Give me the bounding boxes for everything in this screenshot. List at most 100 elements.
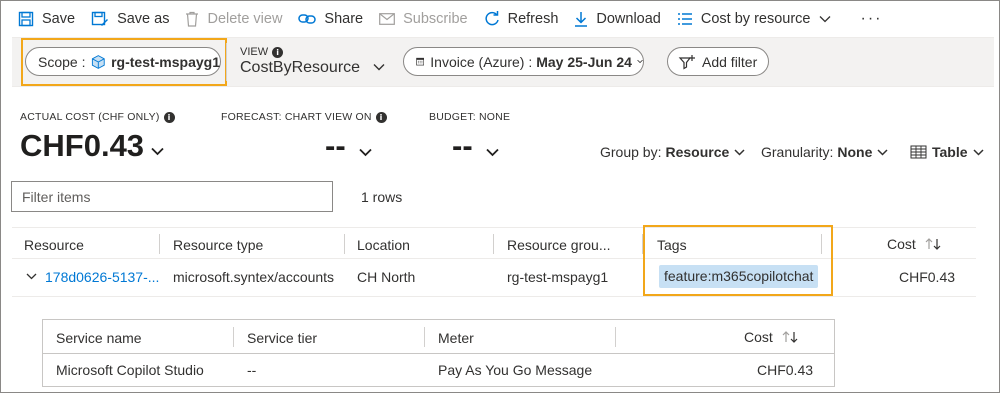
download-button[interactable]: Download [574, 0, 661, 38]
column-header-resource[interactable]: Resource [24, 237, 84, 253]
save-button[interactable]: Save [18, 0, 75, 38]
sort-icon [925, 238, 941, 250]
date-range-pill[interactable]: Invoice (Azure) : May 25-Jun 24 [403, 47, 644, 76]
actual-cost-value[interactable]: CHF0.43 [20, 128, 164, 164]
date-label: Invoice (Azure) : [430, 53, 533, 70]
chevron-down-icon [819, 16, 830, 23]
save-as-icon [91, 11, 109, 26]
actual-cost-amount: CHF0.43 [20, 128, 145, 163]
budget-value: -- [452, 128, 473, 163]
actual-cost-label-text: ACTUAL COST (CHF ONLY) [20, 111, 160, 123]
service-tier-cell: -- [247, 362, 257, 378]
refresh-button[interactable]: Refresh [484, 0, 559, 38]
refresh-icon [485, 11, 499, 26]
info-icon: i [163, 111, 175, 123]
share-link-icon [298, 14, 317, 24]
view-selector[interactable]: Cost by resource [677, 0, 839, 38]
more-options-button[interactable]: ··· [861, 10, 883, 28]
column-divider [615, 327, 616, 347]
column-divider [344, 234, 345, 254]
granularity-label: Granularity: [761, 144, 834, 160]
share-label: Share [324, 11, 364, 27]
sub-cost-cell: CHF0.43 [757, 362, 814, 378]
view-name[interactable]: CostByResource [240, 59, 360, 77]
sub-header-divider [43, 353, 834, 354]
meter-cell: Pay As You Go Message [438, 362, 593, 378]
save-label: Save [42, 11, 76, 27]
location-cell: CH North [357, 269, 416, 285]
filter-placeholder: Filter items [22, 189, 91, 205]
sub-header-cost[interactable]: Cost [744, 329, 799, 345]
date-value: May 25-Jun 24 [536, 53, 632, 70]
group-by-value: Resource [665, 144, 730, 160]
subscribe-label: Subscribe [403, 11, 468, 27]
column-divider [159, 234, 160, 254]
chevron-down-icon [734, 148, 745, 156]
share-button[interactable]: Share [298, 0, 363, 38]
filter-bar-divider [226, 43, 227, 81]
column-divider [424, 327, 425, 347]
trash-icon [186, 11, 199, 27]
subscribe-button[interactable]: Subscribe [379, 0, 468, 38]
granularity-dropdown[interactable]: Granularity: None [761, 144, 888, 160]
chevron-down-icon [637, 59, 643, 64]
sub-header-service-tier[interactable]: Service tier [247, 330, 317, 346]
view-label-text: VIEW [240, 46, 269, 58]
sort-icon [782, 331, 798, 343]
row-divider [12, 296, 976, 297]
budget-chevron-down-icon[interactable] [486, 148, 499, 157]
column-divider [233, 327, 234, 347]
mail-icon [379, 13, 396, 25]
actual-cost-label: ACTUAL COST (CHF ONLY) i [20, 111, 175, 123]
sub-cost-header-label: Cost [744, 329, 773, 345]
delete-view-label: Delete view [207, 11, 283, 27]
save-as-label: Save as [117, 11, 170, 27]
forecast-chevron-down-icon[interactable] [359, 148, 372, 157]
save-as-button[interactable]: Save as [91, 0, 169, 38]
resource-group-cell: rg-test-mspayg1 [507, 269, 609, 285]
cost-cell: CHF0.43 [899, 269, 956, 285]
view-type-dropdown[interactable]: Table [910, 144, 984, 160]
download-label: Download [596, 11, 661, 27]
column-header-resource-type[interactable]: Resource type [173, 237, 263, 253]
add-filter-label: Add filter [702, 53, 758, 70]
table-icon [910, 145, 927, 159]
info-icon: i [375, 111, 387, 123]
view-chevron-down-icon[interactable] [373, 63, 385, 71]
resource-link[interactable]: 178d0626-5137-... [45, 269, 159, 285]
forecast-value: -- [325, 128, 346, 163]
sub-header-meter[interactable]: Meter [438, 330, 474, 346]
scope-pill[interactable]: Scope : rg-test-mspayg1 [25, 47, 221, 76]
chevron-down-icon [877, 148, 888, 156]
service-name-cell: Microsoft Copilot Studio [56, 362, 204, 378]
expand-chevron-icon[interactable] [26, 273, 37, 280]
granularity-value: None [837, 144, 873, 160]
add-filter-icon [678, 54, 695, 70]
list-icon [677, 13, 692, 25]
chevron-down-icon [973, 148, 984, 156]
column-divider [493, 234, 494, 254]
forecast-label: FORECAST: CHART VIEW ON i [221, 111, 387, 123]
download-icon [575, 12, 588, 27]
calendar-icon [416, 57, 425, 66]
view-selector-label: Cost by resource [700, 11, 811, 27]
view-label: VIEW i [240, 46, 284, 58]
filter-items-input[interactable]: Filter items [11, 181, 333, 212]
column-header-location[interactable]: Location [357, 237, 410, 253]
save-icon [18, 11, 34, 27]
group-by-label: Group by: [600, 144, 662, 160]
command-bar: Save Save as Delete view Share Subscribe… [0, 0, 1000, 38]
chevron-down-icon [151, 147, 164, 155]
scope-label: Scope : [38, 53, 86, 70]
column-header-resource-group[interactable]: Resource grou... [507, 237, 611, 253]
group-by-dropdown[interactable]: Group by: Resource [600, 144, 745, 160]
sub-header-service-name[interactable]: Service name [56, 330, 142, 346]
add-filter-button[interactable]: Add filter [667, 47, 769, 76]
column-header-cost[interactable]: Cost [887, 236, 942, 252]
delete-view-button[interactable]: Delete view [185, 0, 282, 38]
rows-count: 1 rows [361, 189, 403, 205]
refresh-label: Refresh [507, 11, 559, 27]
resource-type-cell: microsoft.syntex/accounts [173, 269, 335, 285]
budget-label: BUDGET: NONE [429, 111, 511, 123]
cost-header-label: Cost [887, 236, 916, 252]
